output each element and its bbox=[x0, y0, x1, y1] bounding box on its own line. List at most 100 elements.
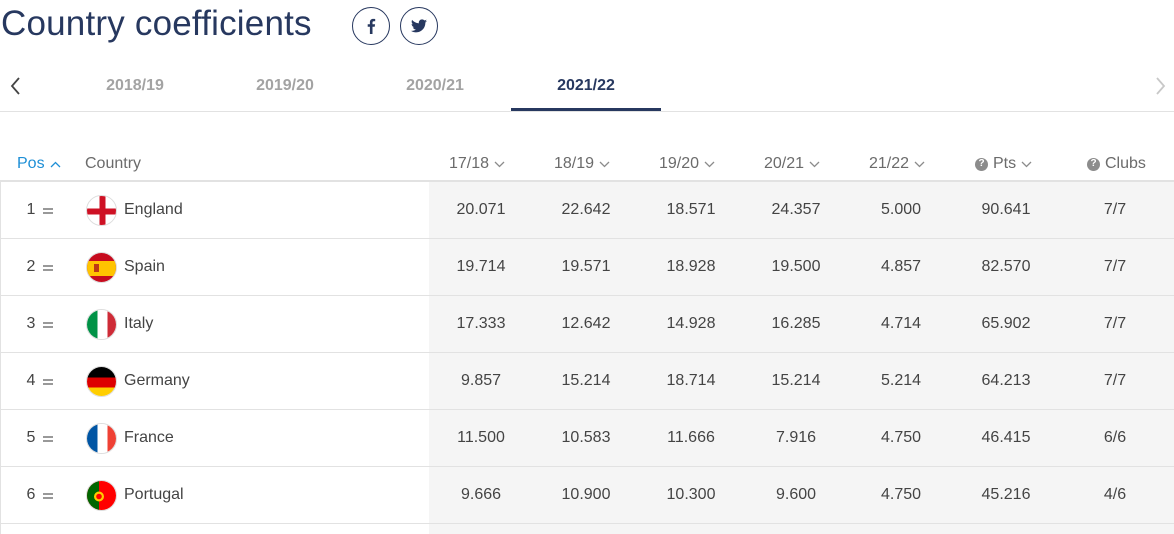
chevron-up-icon bbox=[50, 161, 61, 167]
table-row[interactable]: 3 Italy 17.333 12.642 14.928 16.285 4.714 65.90… bbox=[0, 296, 1174, 353]
column-header-label: 21/22 bbox=[869, 155, 910, 172]
sort-by-pos[interactable]: Pos bbox=[17, 155, 61, 173]
previous-season-button[interactable] bbox=[8, 74, 22, 98]
position: 4 bbox=[26, 372, 36, 389]
next-season-button[interactable] bbox=[1154, 74, 1168, 98]
table-body: 1 England 20.071 22.642 18.571 24.357 5.000 90.… bbox=[0, 182, 1174, 524]
country-name[interactable]: England bbox=[124, 182, 183, 238]
value-clubs: 7/7 bbox=[1103, 372, 1127, 389]
sort-by-pts[interactable]: ? Pts bbox=[975, 155, 1032, 173]
country-name[interactable]: Italy bbox=[124, 296, 153, 352]
page-title: Country coefficients bbox=[1, 4, 312, 43]
unchanged-position-icon bbox=[43, 265, 53, 271]
value-s1920: 18.714 bbox=[666, 372, 716, 389]
portugal-flag-icon bbox=[86, 480, 117, 511]
unchanged-position-icon bbox=[43, 322, 53, 328]
column-header-label: Pos bbox=[17, 155, 45, 172]
sort-by-21-22[interactable]: 21/22 bbox=[869, 155, 925, 173]
table-header: Pos Country 17/18 18/19 19/20 20/21 21/2… bbox=[0, 146, 1174, 182]
value-s1920: 11.666 bbox=[667, 429, 715, 446]
chevron-left-icon bbox=[10, 77, 20, 95]
table-row[interactable]: 5 France 11.500 10.583 11.666 7.916 4.750 46.41… bbox=[0, 410, 1174, 467]
value-s1819: 12.642 bbox=[561, 315, 611, 332]
tab-season-2021-22[interactable]: 2021/22 bbox=[511, 60, 661, 111]
value-pts: 45.216 bbox=[981, 486, 1031, 503]
country-name[interactable]: Spain bbox=[124, 239, 165, 295]
value-s1819: 10.583 bbox=[561, 429, 611, 446]
position: 6 bbox=[26, 486, 36, 503]
value-s1920: 14.928 bbox=[666, 315, 716, 332]
chevron-down-icon bbox=[494, 161, 505, 167]
column-header-label: Clubs bbox=[1105, 155, 1146, 172]
table-row[interactable]: 2 Spain 19.714 19.571 18.928 19.500 4.857 82.57… bbox=[0, 239, 1174, 296]
value-s1920: 18.928 bbox=[666, 258, 716, 275]
unchanged-position-icon bbox=[43, 436, 53, 442]
value-clubs: 7/7 bbox=[1103, 201, 1127, 218]
sort-by-17-18[interactable]: 17/18 bbox=[449, 155, 505, 173]
value-s1819: 22.642 bbox=[561, 201, 611, 218]
chevron-down-icon bbox=[809, 161, 820, 167]
value-s1718: 17.333 bbox=[456, 315, 506, 332]
tab-season-2020-21[interactable]: 2020/21 bbox=[360, 60, 510, 111]
value-s2122: 4.857 bbox=[880, 258, 922, 275]
table-row[interactable]: 6 Portugal 9.666 10.900 10.300 9.600 4.750 45.2… bbox=[0, 467, 1174, 524]
value-s1718: 20.071 bbox=[456, 201, 506, 218]
country-name[interactable]: Portugal bbox=[124, 467, 184, 523]
sort-by-18-19[interactable]: 18/19 bbox=[554, 155, 610, 173]
value-clubs: 7/7 bbox=[1103, 258, 1127, 275]
chevron-right-icon bbox=[1156, 77, 1166, 95]
facebook-share-button[interactable] bbox=[352, 7, 390, 45]
france-flag-icon bbox=[86, 423, 117, 454]
value-s1718: 11.500 bbox=[457, 429, 505, 446]
column-clubs: ? Clubs bbox=[1087, 155, 1146, 173]
value-pts: 90.641 bbox=[981, 201, 1031, 218]
twitter-share-button[interactable] bbox=[400, 7, 438, 45]
italy-flag-icon bbox=[86, 309, 117, 340]
value-s1920: 10.300 bbox=[666, 486, 716, 503]
column-country: Country bbox=[85, 155, 141, 173]
unchanged-position-icon bbox=[43, 379, 53, 385]
chevron-down-icon bbox=[1021, 161, 1032, 167]
chevron-down-icon bbox=[704, 161, 715, 167]
column-header-label: 18/19 bbox=[554, 155, 595, 172]
sort-by-19-20[interactable]: 19/20 bbox=[659, 155, 715, 173]
help-icon[interactable]: ? bbox=[975, 157, 988, 171]
table-row[interactable]: 1 England 20.071 22.642 18.571 24.357 5.000 90.… bbox=[0, 182, 1174, 239]
tab-season-2019-20[interactable]: 2019/20 bbox=[210, 60, 360, 111]
value-s1718: 9.857 bbox=[460, 372, 502, 389]
country-name[interactable]: Germany bbox=[124, 353, 190, 409]
value-pts: 64.213 bbox=[981, 372, 1031, 389]
country-name[interactable]: France bbox=[124, 410, 174, 466]
value-s2122: 4.750 bbox=[880, 486, 922, 503]
column-header-label: Country bbox=[85, 155, 142, 172]
column-header-label: Pts bbox=[993, 155, 1017, 172]
value-s1819: 10.900 bbox=[561, 486, 611, 503]
value-s1819: 19.571 bbox=[561, 258, 611, 275]
value-s2021: 19.500 bbox=[771, 258, 821, 275]
position: 3 bbox=[26, 315, 36, 332]
sort-by-20-21[interactable]: 20/21 bbox=[764, 155, 820, 173]
value-s1718: 9.666 bbox=[460, 486, 502, 503]
tab-season-2018-19[interactable]: 2018/19 bbox=[60, 60, 210, 111]
facebook-icon bbox=[367, 18, 376, 34]
help-icon[interactable]: ? bbox=[1087, 157, 1100, 171]
value-s2021: 16.285 bbox=[771, 315, 821, 332]
twitter-icon bbox=[411, 19, 427, 33]
column-header-label: 19/20 bbox=[659, 155, 700, 172]
value-s1920: 18.571 bbox=[666, 201, 716, 218]
unchanged-position-icon bbox=[43, 493, 53, 499]
table-row-partial bbox=[0, 524, 1174, 534]
table-row[interactable]: 4 Germany 9.857 15.214 18.714 15.214 5.214 64.2… bbox=[0, 353, 1174, 410]
value-s2122: 4.750 bbox=[880, 429, 922, 446]
value-s2021: 7.916 bbox=[775, 429, 817, 446]
season-selector: 2018/19 2019/20 2020/21 2021/22 bbox=[0, 60, 1174, 112]
value-s1718: 19.714 bbox=[456, 258, 506, 275]
value-s1819: 15.214 bbox=[561, 372, 611, 389]
value-s2021: 15.214 bbox=[771, 372, 821, 389]
row-shade bbox=[429, 524, 1174, 534]
spain-flag-icon bbox=[86, 252, 117, 283]
position: 5 bbox=[26, 429, 36, 446]
germany-flag-icon bbox=[86, 366, 117, 397]
column-header-label: 17/18 bbox=[449, 155, 490, 172]
position: 1 bbox=[26, 201, 36, 218]
